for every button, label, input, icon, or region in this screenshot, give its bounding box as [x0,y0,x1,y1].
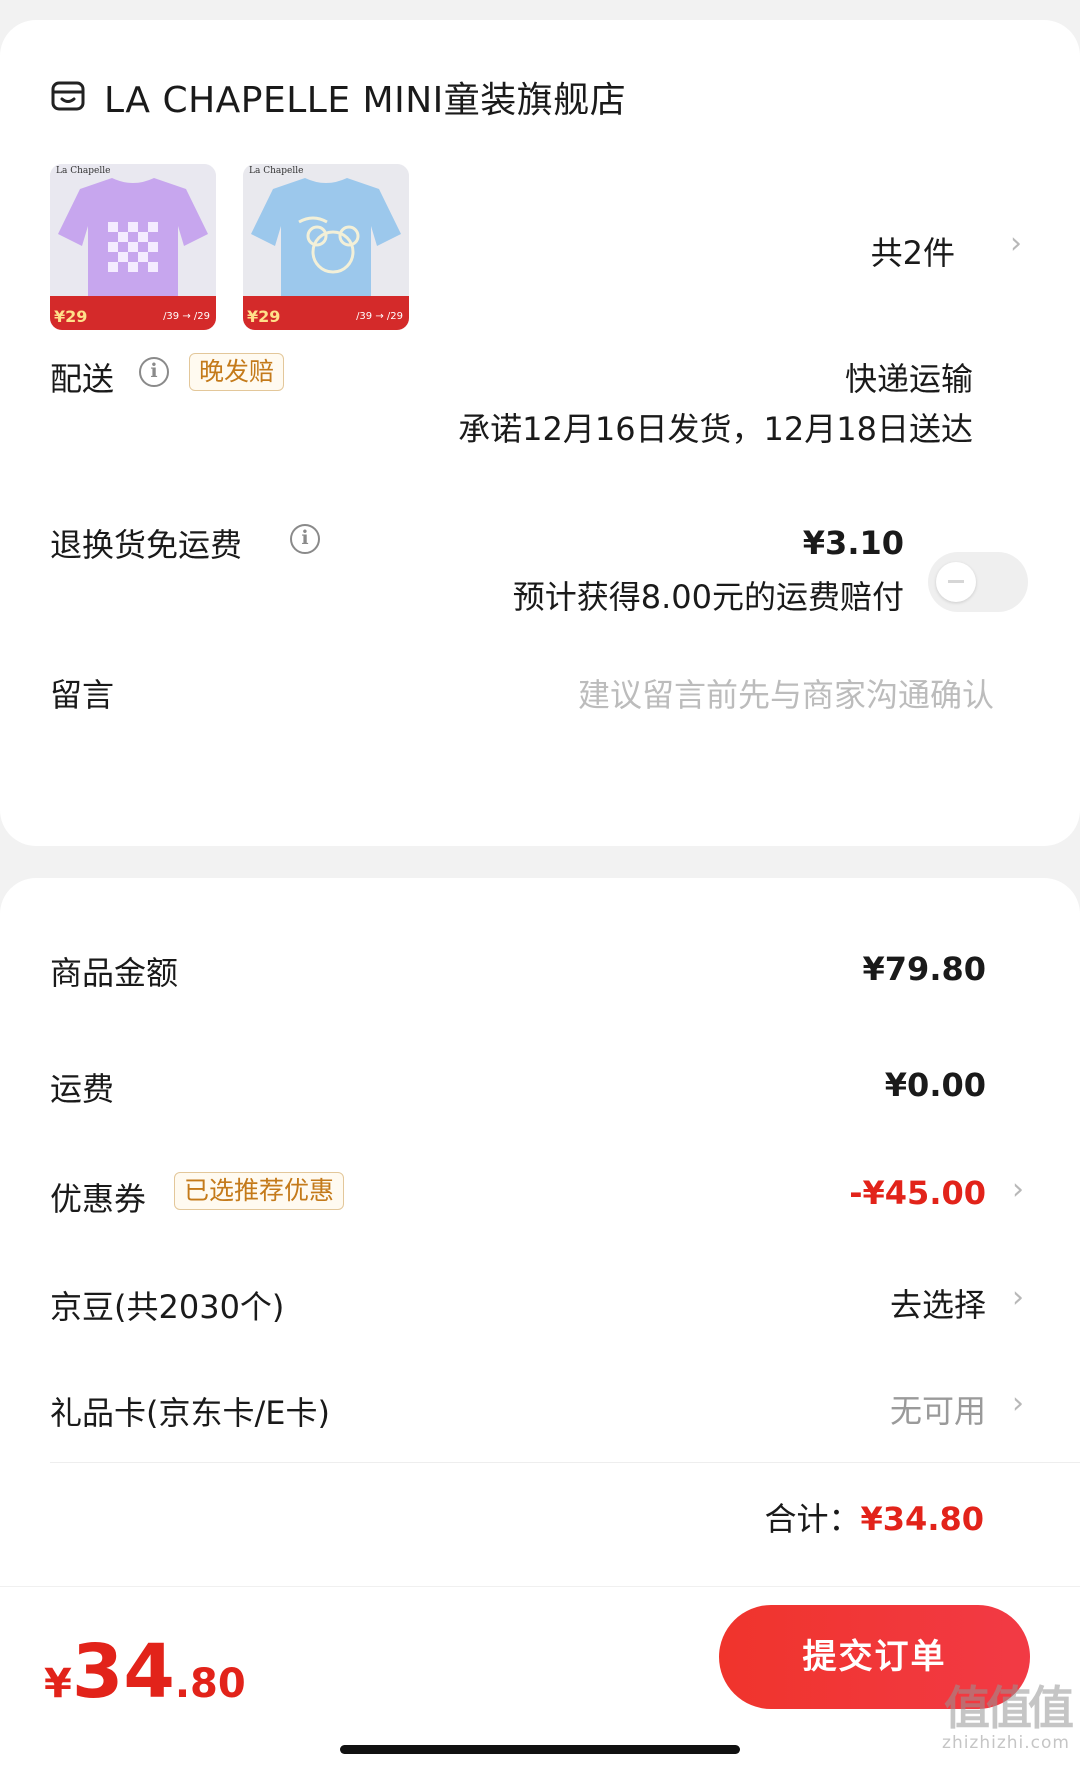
message-input[interactable]: 建议留言前先与商家沟通确认 [578,670,994,716]
return-shipping-toggle[interactable] [928,552,1028,612]
thumbnail-price-badge: ¥29 [54,307,88,326]
thumbnail-price-badge: ¥29 [247,307,281,326]
watermark-url: zhizhizhi.com [942,1733,1070,1753]
coupon-selected-tag: 已选推荐优惠 [174,1172,345,1210]
delivery-promise: 承诺12月16日发货，12月18日送达 [458,410,973,448]
total-row: 合计：¥34.80 [765,1494,985,1540]
goods-amount-value: ¥79.80 [862,950,986,988]
store-order-card: LA CHAPELLE MINI童装旗舰店 La Chapelle ¥29 /3… [0,20,1080,846]
shipping-fee-value: ¥0.00 [884,1066,986,1104]
chevron-right-icon[interactable]: › [1012,1280,1024,1315]
thumbnail-promo-text: /39 → /29 [356,311,403,322]
jingdou-label: 京豆(共2030个) [50,1288,285,1326]
delivery-method[interactable]: 快递运输 [845,354,973,400]
watermark-logo: 值值值 [944,1681,1074,1735]
store-name: LA CHAPELLE MINI童装旗舰店 [104,80,627,121]
price-integer: 34 [71,1629,175,1715]
shipping-fee-label: 运费 [50,1070,115,1108]
store-header[interactable]: LA CHAPELLE MINI童装旗舰店 [50,54,626,140]
product-thumbnail[interactable]: La Chapelle ¥29 /39 → /29 [50,164,216,330]
product-thumbnails[interactable]: La Chapelle ¥29 /39 → /29 La Chapelle ¥2… [50,164,409,330]
total-value: ¥34.80 [860,1500,984,1538]
giftcard-value[interactable]: 无可用 [890,1386,986,1432]
chevron-right-icon[interactable]: › [1012,1172,1024,1207]
item-count[interactable]: 共2件 [871,228,955,274]
delivery-label: 配送 [50,360,115,398]
return-shipping-note: 预计获得8.00元的运费赔付 [512,578,904,616]
coupon-label: 优惠券 [50,1180,147,1218]
currency-symbol: ¥ [44,1661,72,1707]
price-decimal: .80 [174,1661,246,1707]
payable-price: ¥34.80 [44,1629,246,1715]
return-shipping-label: 退换货免运费 [50,526,243,564]
info-icon[interactable]: i [139,357,169,387]
goods-amount-label: 商品金额 [50,954,179,992]
message-label: 留言 [50,676,115,714]
store-icon [51,81,85,111]
toggle-knob [936,562,976,602]
thumbnail-brand: La Chapelle [249,166,304,176]
chevron-right-icon[interactable]: › [1010,226,1022,261]
coupon-value[interactable]: -¥45.00 [849,1174,986,1212]
return-shipping-price: ¥3.10 [802,524,904,562]
divider [50,1462,1080,1463]
info-icon[interactable]: i [290,524,320,554]
home-indicator[interactable] [340,1745,740,1754]
thumbnail-brand: La Chapelle [56,166,111,176]
order-confirm-page: LA CHAPELLE MINI童装旗舰店 La Chapelle ¥29 /3… [0,0,1080,1769]
product-thumbnail[interactable]: La Chapelle ¥29 /39 → /29 [243,164,409,330]
chevron-right-icon[interactable]: › [1012,1386,1024,1421]
thumbnail-promo-text: /39 → /29 [163,311,210,322]
watermark: 值值值 zhizhizhi.com [942,1681,1074,1753]
late-delivery-compensation-tag: 晚发赔 [189,353,285,391]
jingdou-select[interactable]: 去选择 [890,1280,986,1326]
bottom-checkout-bar: ¥34.80 提交订单 值值值 zhizhizhi.com [0,1586,1080,1769]
giftcard-label: 礼品卡(京东卡/E卡) [50,1394,330,1432]
total-label: 合计： [764,1500,861,1538]
